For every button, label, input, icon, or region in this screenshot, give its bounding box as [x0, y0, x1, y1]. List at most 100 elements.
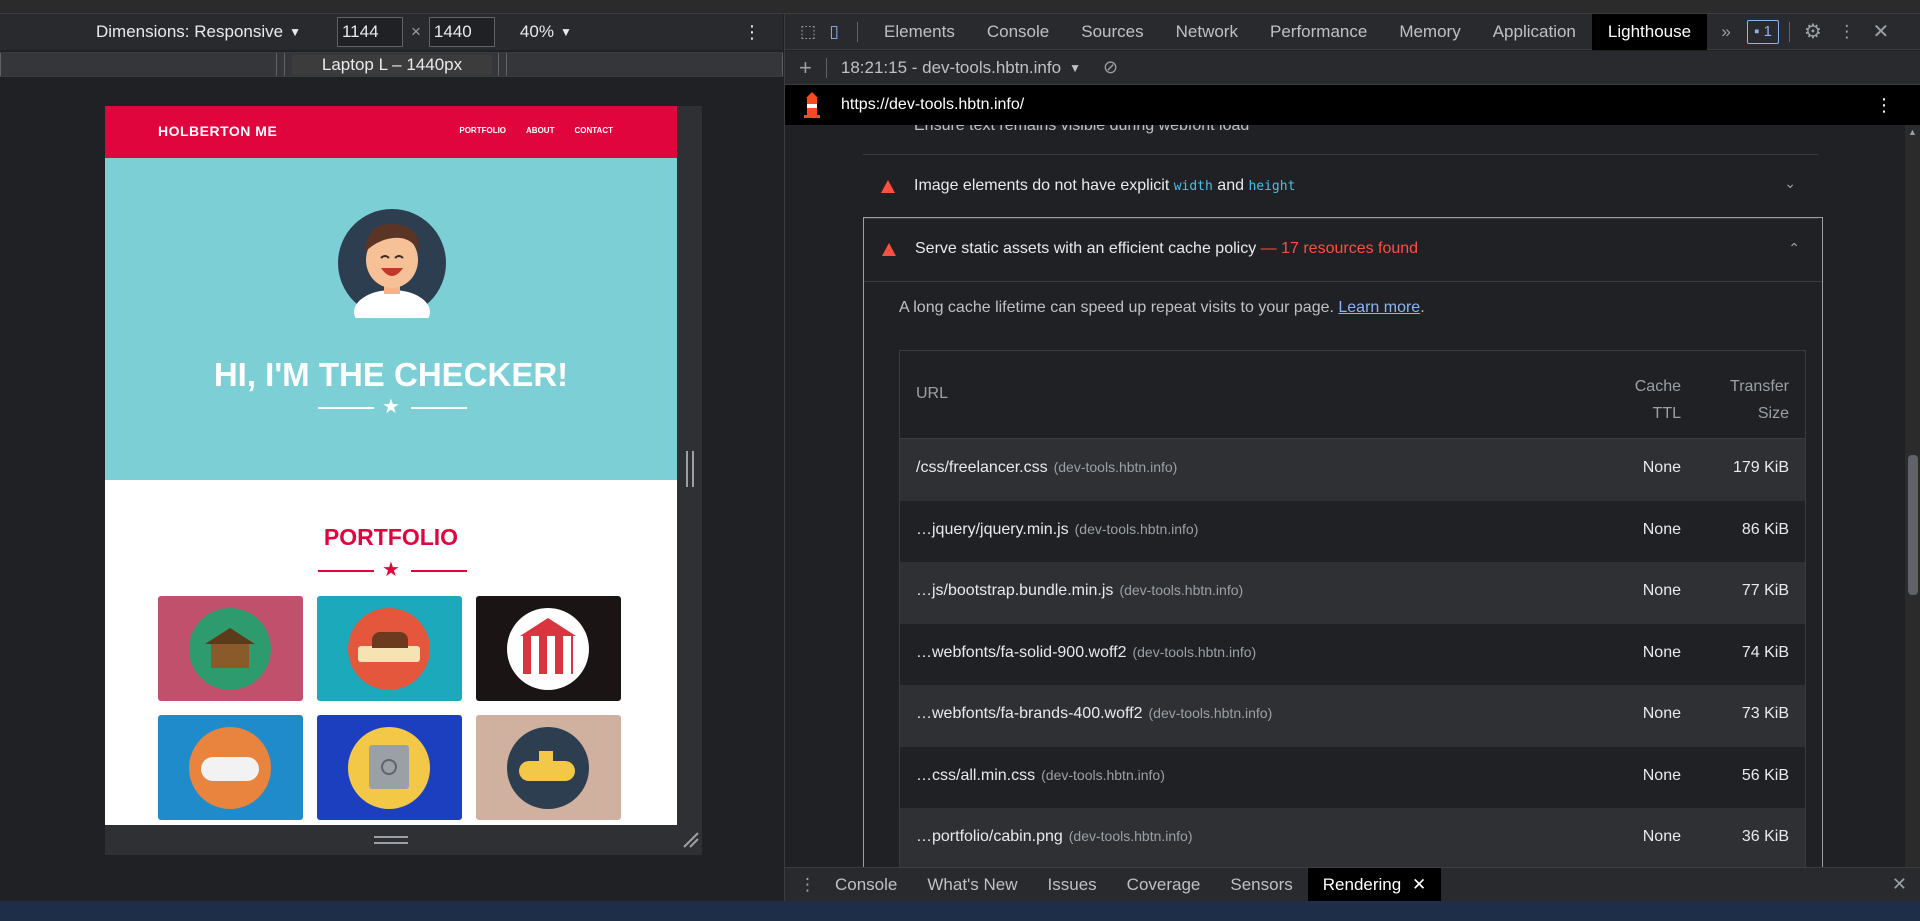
tab-console[interactable]: Console [971, 14, 1065, 50]
scrollbar-thumb[interactable] [1908, 455, 1918, 595]
drawer-tab-issues[interactable]: Issues [1033, 868, 1112, 902]
portfolio-section: PORTFOLIO ★ [105, 480, 677, 825]
dropdown-arrow-icon[interactable]: ▼ [1069, 61, 1081, 75]
cache-ttl: None [1642, 459, 1681, 476]
drawer-tab-console[interactable]: Console [820, 868, 912, 902]
nav-link-contact[interactable]: CONTACT [574, 126, 613, 135]
drawer-tab-whats-new[interactable]: What's New [912, 868, 1032, 902]
tab-network[interactable]: Network [1160, 14, 1254, 50]
resource-url[interactable]: …portfolio/cabin.png (dev-tools.hbtn.info… [916, 828, 1193, 846]
report-url-bar: https://dev-tools.hbtn.info/ ⋮ [785, 85, 1920, 125]
tab-performance[interactable]: Performance [1254, 14, 1383, 50]
portfolio-item-safe[interactable] [317, 715, 462, 820]
drawer-tab-coverage[interactable]: Coverage [1112, 868, 1216, 902]
lighthouse-report: Ensure text remains visible during webfo… [785, 125, 1905, 880]
cabin-icon [189, 608, 271, 690]
more-options-icon[interactable]: ⋮ [743, 22, 761, 43]
table-header: URL Cache TTL Transfer Size [900, 351, 1805, 439]
more-options-icon[interactable]: ⋮ [1834, 22, 1860, 42]
cache-ttl: None [1642, 766, 1681, 784]
resource-url[interactable]: …css/all.min.css (dev-tools.hbtn.info) [916, 767, 1165, 785]
portfolio-item-cake[interactable] [317, 596, 462, 701]
tab-lighthouse[interactable]: Lighthouse [1591, 13, 1708, 50]
browser-top-strip [0, 0, 1920, 14]
report-selector[interactable]: 18:21:15 - dev-tools.hbtn.info [841, 58, 1061, 78]
width-input[interactable] [336, 17, 403, 47]
resource-url[interactable]: …jquery/jquery.min.js (dev-tools.hbtn.inf… [916, 521, 1198, 539]
nav-link-portfolio[interactable]: PORTFOLIO [459, 126, 506, 135]
hero-title: HI, I'M THE CHECKER! [213, 356, 569, 393]
more-tabs-icon[interactable]: » [1713, 22, 1739, 42]
report-menu-icon[interactable]: ⋮ [1875, 95, 1893, 116]
audit-unsized-images[interactable]: Image elements do not have explicit widt… [863, 155, 1818, 219]
scroll-up-icon[interactable]: ▲ [1908, 127, 1917, 137]
learn-more-link[interactable]: Learn more [1338, 299, 1420, 316]
star-icon: ★ [382, 559, 400, 581]
emulated-page[interactable]: HOLBERTON ME PORTFOLIO ABOUT CONTACT HI,… [105, 106, 677, 825]
audit-font-display[interactable]: Ensure text remains visible during webfo… [863, 125, 1818, 155]
game-controller-icon [189, 727, 271, 809]
audit-title: Image elements do not have explicit widt… [914, 177, 1296, 194]
page-url[interactable]: https://dev-tools.hbtn.info/ [841, 96, 1024, 114]
tab-sources[interactable]: Sources [1065, 14, 1159, 50]
issues-badge[interactable]: ▪ 1 [1747, 19, 1779, 44]
nav-link-about[interactable]: ABOUT [526, 126, 554, 135]
settings-gear-icon[interactable]: ⚙ [1800, 19, 1826, 44]
drawer-tab-rendering[interactable]: Rendering ✕ [1307, 867, 1442, 902]
clear-reports-icon[interactable]: ⊘ [1103, 57, 1118, 78]
close-drawer-icon[interactable]: ✕ [1892, 874, 1907, 895]
issues-count: 1 [1763, 22, 1772, 40]
tab-application[interactable]: Application [1477, 14, 1592, 50]
report-scrollbar[interactable]: ▲ ▼ [1905, 125, 1920, 880]
portfolio-item-submarine[interactable] [476, 715, 621, 820]
table-row: /css/freelancer.css (dev-tools.hbtn.info)… [900, 439, 1805, 501]
submarine-icon [507, 727, 589, 809]
times-sign: × [410, 22, 421, 41]
tab-memory[interactable]: Memory [1383, 14, 1476, 50]
transfer-size: 73 KiB [1741, 705, 1789, 722]
dropdown-arrow-icon[interactable]: ▼ [560, 25, 572, 39]
os-taskbar [0, 901, 1920, 921]
height-input[interactable] [428, 17, 495, 47]
drawer-menu-icon[interactable]: ⋮ [799, 875, 816, 895]
dropdown-arrow-icon[interactable]: ▼ [289, 25, 301, 39]
portfolio-item-circus[interactable] [476, 596, 621, 701]
resource-url[interactable]: …webfonts/fa-brands-400.woff2 (dev-tools.… [916, 705, 1272, 723]
col-transfer-size: Transfer Size [1730, 378, 1789, 422]
audit-header[interactable]: Serve static assets with an efficient ca… [864, 218, 1822, 282]
lighthouse-report-bar: + 18:21:15 - dev-tools.hbtn.info ▼ ⊘ [785, 51, 1920, 85]
resource-url[interactable]: /css/freelancer.css (dev-tools.hbtn.info) [916, 459, 1177, 477]
close-tab-icon[interactable]: ✕ [1412, 875, 1426, 894]
breakpoint-label[interactable]: Laptop L – 1440px [292, 55, 492, 75]
close-devtools-icon[interactable]: ✕ [1868, 19, 1894, 44]
drawer-tab-sensors[interactable]: Sensors [1215, 868, 1307, 902]
chevron-up-icon[interactable]: ⌃ [1788, 240, 1800, 257]
portfolio-item-cabin[interactable] [158, 596, 303, 701]
zoom-dropdown[interactable]: 40% [520, 22, 554, 42]
site-brand[interactable]: HOLBERTON ME [158, 123, 277, 139]
resource-url[interactable]: …js/bootstrap.bundle.min.js (dev-tools.hb… [916, 582, 1243, 600]
transfer-size: 179 KiB [1732, 459, 1789, 476]
fail-triangle-icon [881, 180, 895, 193]
corner-resize-icon[interactable] [682, 831, 700, 849]
devtools-tabbar: ⬚ ▯ Elements Console Sources Network Per… [785, 13, 1920, 50]
divider-line [411, 407, 467, 409]
dimensions-dropdown[interactable]: Dimensions: Responsive [96, 22, 283, 42]
new-report-icon[interactable]: + [799, 55, 812, 81]
horizontal-grip-icon[interactable] [374, 836, 408, 844]
vertical-grip-icon[interactable] [686, 451, 694, 487]
audit-title: Serve static assets with an efficient ca… [915, 240, 1419, 257]
table-row: …webfonts/fa-brands-400.woff2 (dev-tools.… [900, 685, 1805, 747]
col-url: URL [916, 385, 949, 402]
inspect-element-icon[interactable]: ⬚ [795, 22, 821, 42]
tab-elements[interactable]: Elements [868, 14, 971, 50]
device-toolbar-icon[interactable]: ▯ [821, 22, 847, 42]
devtools-panel: ⬚ ▯ Elements Console Sources Network Per… [784, 13, 1920, 921]
transfer-size: 56 KiB [1741, 766, 1789, 784]
portfolio-item-game[interactable] [158, 715, 303, 820]
table-row: …jquery/jquery.min.js (dev-tools.hbtn.inf… [900, 500, 1805, 562]
chevron-down-icon[interactable]: ⌄ [1784, 175, 1796, 192]
transfer-size: 74 KiB [1741, 643, 1789, 661]
audit-title: Ensure text remains visible during webfo… [914, 125, 1250, 134]
resource-url[interactable]: …webfonts/fa-solid-900.woff2 (dev-tools.h… [916, 644, 1256, 662]
